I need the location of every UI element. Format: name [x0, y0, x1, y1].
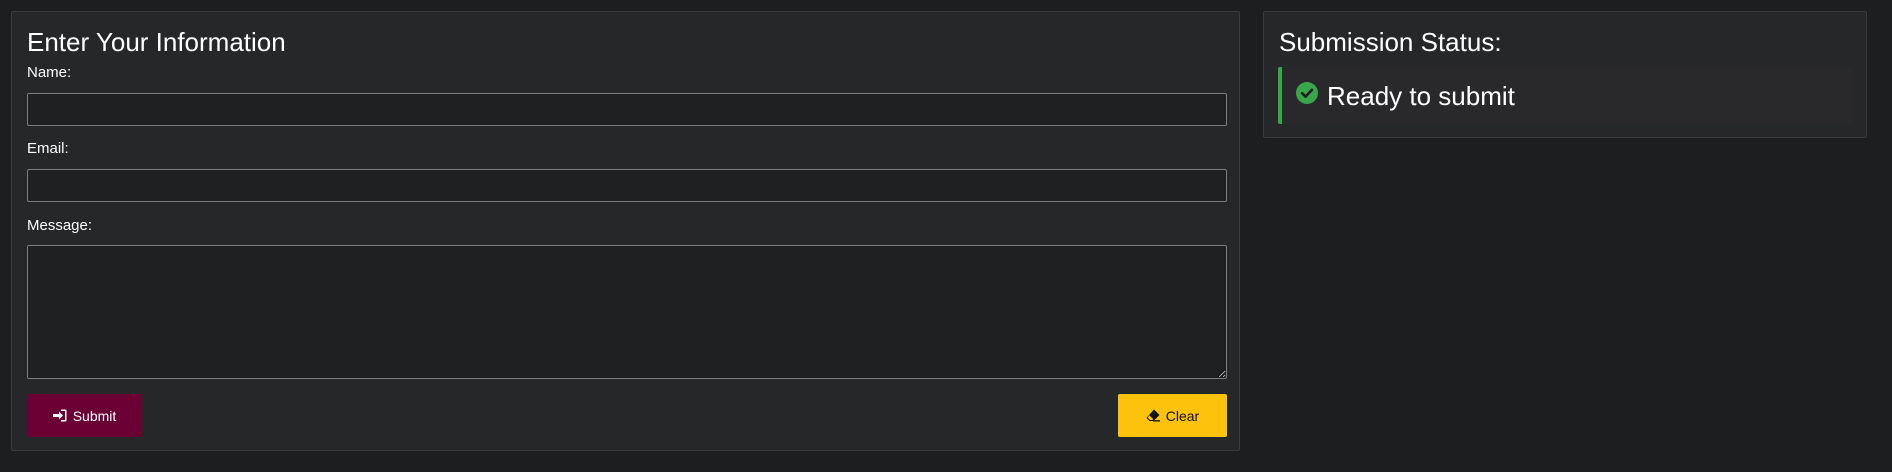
message-label: Message: [27, 217, 93, 234]
submit-label: Submit [72, 407, 117, 424]
eraser-icon [1146, 409, 1160, 422]
form-title: Enter Your Information [27, 27, 286, 57]
clear-label: Clear [1165, 407, 1200, 424]
information-form-panel: Enter Your Information Name: Email: Mess… [11, 11, 1240, 451]
submit-button[interactable]: Submit [27, 394, 142, 437]
status-text: Ready to submit [1327, 80, 1515, 111]
email-label: Email: [27, 140, 69, 157]
message-textarea[interactable] [27, 245, 1227, 379]
email-input[interactable] [27, 169, 1227, 202]
name-label: Name: [27, 64, 72, 81]
check-circle-icon [1296, 82, 1318, 109]
name-input[interactable] [27, 93, 1227, 126]
sign-in-icon [52, 409, 67, 422]
status-message-box: Ready to submit [1278, 67, 1852, 124]
status-title: Submission Status: [1279, 27, 1502, 57]
submission-status-panel: Submission Status: Ready to submit [1263, 11, 1867, 138]
clear-button[interactable]: Clear [1118, 394, 1227, 437]
